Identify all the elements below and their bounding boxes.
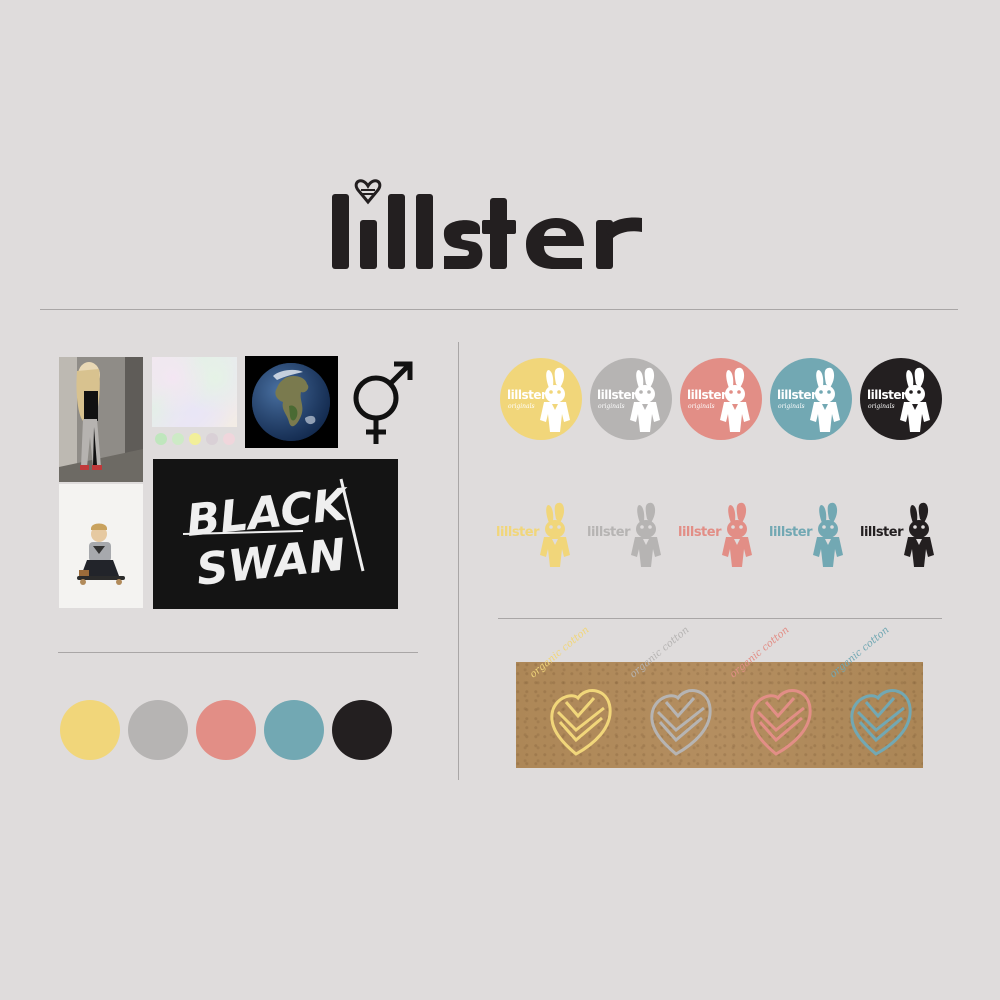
holographic-texture (152, 357, 237, 427)
mood-dot (172, 433, 184, 445)
color-palette (60, 700, 392, 760)
logo-badge: lillster originals (590, 358, 672, 440)
badge-sub: originals (868, 403, 895, 410)
logo-badge: lillster originals (770, 358, 852, 440)
organic-cotton-tag: organic cotton (824, 625, 922, 764)
right-divider (498, 618, 942, 619)
heart-yarn-icon (750, 689, 812, 756)
swatch-pink (196, 700, 256, 760)
mood-dot (155, 433, 167, 445)
black-swan-lettering: BLACK SWAN (153, 459, 398, 609)
mood-dot (223, 433, 235, 445)
bunny-icon (718, 501, 758, 577)
badge-sub: originals (688, 403, 715, 410)
logo-mark: lillster (496, 497, 581, 577)
vertical-divider (458, 342, 459, 780)
bunny-icon (900, 501, 940, 577)
logo-marks: lillster lillster lillster lillster lillster (496, 497, 946, 577)
mood-palette-dots (155, 433, 239, 447)
earth-image (245, 356, 338, 448)
lillster-logo (332, 179, 642, 269)
kid-photo-boy (59, 484, 143, 608)
swatch-teal (264, 700, 324, 760)
logo-badge: lillster originals (680, 358, 762, 440)
organic-cotton-tags: organic cotton organic cotton organic cott… (516, 625, 923, 768)
badge-wordmark: lillster (687, 388, 727, 402)
badge-sub: originals (508, 403, 535, 410)
mood-dot (189, 433, 201, 445)
gender-symbol-icon (346, 356, 418, 448)
heart-yarn-icon (550, 689, 612, 756)
logo-badge: lillster originals (500, 358, 582, 440)
organic-cotton-tag: organic cotton (524, 625, 622, 764)
mark-wordmark: lillster (769, 525, 813, 540)
badge-sub: originals (778, 403, 805, 410)
badge-wordmark: lillster (507, 388, 547, 402)
logo-badges: lillster originals lillster originals lillst… (500, 358, 944, 442)
logo-mark: lillster (860, 497, 945, 577)
mood-dot (206, 433, 218, 445)
swatch-black (332, 700, 392, 760)
bunny-icon (809, 501, 849, 577)
swatch-yellow (60, 700, 120, 760)
bunny-icon (806, 366, 846, 442)
logo-mark: lillster (769, 497, 854, 577)
mark-wordmark: lillster (678, 525, 722, 540)
bunny-icon (536, 501, 576, 577)
mark-wordmark: lillster (587, 525, 631, 540)
logo-mark: lillster (678, 497, 763, 577)
mark-wordmark: lillster (860, 525, 904, 540)
mark-wordmark: lillster (496, 525, 540, 540)
swatch-gray (128, 700, 188, 760)
badge-wordmark: lillster (867, 388, 907, 402)
heart-yarn-icon (850, 689, 912, 756)
bunny-icon (896, 366, 936, 442)
badge-wordmark: lillster (777, 388, 817, 402)
bunny-icon (716, 366, 756, 442)
badge-wordmark: lillster (597, 388, 637, 402)
left-divider (58, 652, 418, 653)
brand-logo (330, 172, 670, 280)
logo-badge: lillster originals (860, 358, 942, 440)
organic-cotton-tag: organic cotton (624, 625, 722, 764)
heart-yarn-icon (650, 689, 712, 756)
kid-photo-girl (59, 357, 143, 482)
bunny-icon (627, 501, 667, 577)
top-divider (40, 309, 958, 310)
logo-mark: lillster (587, 497, 672, 577)
organic-cotton-tag: organic cotton (724, 625, 822, 764)
badge-sub: originals (598, 403, 625, 410)
bunny-icon (536, 366, 576, 442)
bunny-icon (626, 366, 666, 442)
